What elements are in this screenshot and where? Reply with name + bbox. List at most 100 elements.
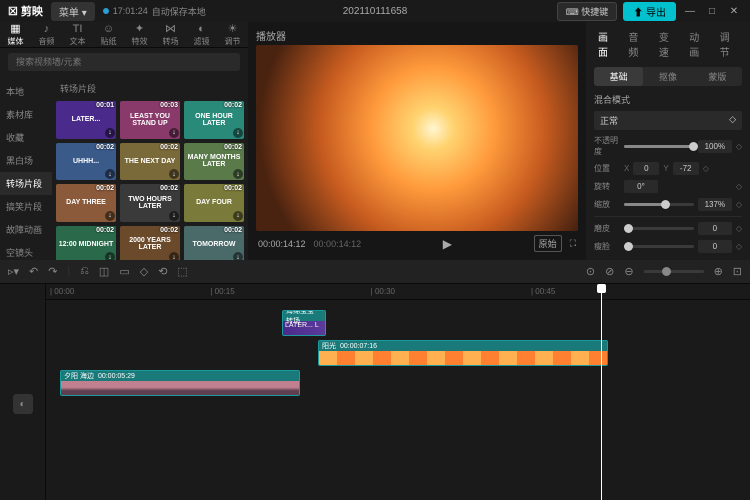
track[interactable]: 海绵宝宝转场LATER... L <box>46 308 750 338</box>
beauty-value-2[interactable]: 0 <box>698 240 732 253</box>
keyframe-icon[interactable]: ◇ <box>736 242 742 251</box>
playhead[interactable] <box>601 284 602 500</box>
menu-button[interactable]: 菜单 ▾ <box>51 2 95 21</box>
asset-item[interactable]: 00:01LATER...↓ <box>56 101 116 139</box>
asset-item[interactable]: 00:03LEAST YOU STAND UP↓ <box>120 101 180 139</box>
maximize-button[interactable]: □ <box>704 3 720 19</box>
side-item[interactable]: 搞笑片段 <box>0 195 52 218</box>
track-toggle-button[interactable]: ◐ <box>13 394 33 414</box>
prop-subtab[interactable]: 抠像 <box>643 67 692 86</box>
play-button[interactable]: ▶ <box>443 237 452 251</box>
prop-tab[interactable]: 变速 <box>655 26 681 62</box>
freeze-tool[interactable]: ◇ <box>140 265 148 278</box>
prop-subtab[interactable]: 蒙版 <box>693 67 742 86</box>
download-icon[interactable]: ↓ <box>169 128 179 138</box>
download-icon[interactable]: ↓ <box>169 252 179 260</box>
download-icon[interactable]: ↓ <box>169 169 179 179</box>
keyframe-icon[interactable]: ◇ <box>736 200 742 209</box>
zoom-slider[interactable] <box>644 270 704 273</box>
beauty-slider-1[interactable] <box>624 227 694 230</box>
pos-x-input[interactable]: 0 <box>633 162 659 175</box>
shortcut-button[interactable]: ⌨ 快捷键 <box>557 2 618 21</box>
scale-value[interactable]: 137% <box>698 198 732 211</box>
clip[interactable]: 夕阳 海边00:00:05:29 <box>60 370 300 396</box>
track[interactable]: 阳光00:00:07:16 <box>46 338 750 368</box>
scale-slider[interactable] <box>624 203 694 206</box>
asset-tab-6[interactable]: ◐滤镜 <box>186 22 217 47</box>
side-item[interactable]: 故障动画 <box>0 218 52 241</box>
crop-tool[interactable]: ⬚ <box>177 265 187 278</box>
redo-button[interactable]: ↷ <box>48 265 57 278</box>
asset-item[interactable]: 00:02ONE HOUR LATER↓ <box>184 101 244 139</box>
prop-tab[interactable]: 动画 <box>685 26 711 62</box>
side-item[interactable]: 素材库 <box>0 103 52 126</box>
ratio-button[interactable]: 原始 <box>534 235 562 252</box>
side-item[interactable]: 黑白场 <box>0 149 52 172</box>
mirror-tool[interactable]: ⟲ <box>158 265 167 278</box>
link-tool[interactable]: ⊘ <box>605 265 614 278</box>
asset-item[interactable]: 00:02TWO HOURS LATER↓ <box>120 184 180 222</box>
undo-button[interactable]: ↶ <box>29 265 38 278</box>
blend-mode-select[interactable]: 正常◇ <box>594 111 742 130</box>
asset-item[interactable]: 00:02DAY THREE↓ <box>56 184 116 222</box>
download-icon[interactable]: ↓ <box>105 128 115 138</box>
download-icon[interactable]: ↓ <box>105 169 115 179</box>
beauty-slider-2[interactable] <box>624 245 694 248</box>
opacity-slider[interactable] <box>624 145 694 148</box>
keyframe-icon[interactable]: ◇ <box>703 164 709 173</box>
rotation-input[interactable]: 0° <box>624 180 658 193</box>
delete-right-tool[interactable]: ▭ <box>119 265 129 278</box>
asset-tab-4[interactable]: ✦特效 <box>124 22 155 47</box>
fullscreen-button[interactable]: ⛶ <box>570 238 576 249</box>
asset-tab-2[interactable]: TI文本 <box>62 22 93 47</box>
side-item[interactable]: 空镜头 <box>0 241 52 260</box>
asset-item[interactable]: 00:02TOMORROW↓ <box>184 226 244 261</box>
delete-left-tool[interactable]: ◫ <box>99 265 109 278</box>
asset-item[interactable]: 00:0212:00 MIDNIGHT↓ <box>56 226 116 261</box>
prop-subtab[interactable]: 基础 <box>594 67 643 86</box>
prop-tab[interactable]: 调节 <box>716 26 742 62</box>
asset-tab-0[interactable]: ▦媒体 <box>0 22 31 47</box>
asset-item[interactable]: 00:02MANY MONTHS LATER↓ <box>184 143 244 181</box>
pos-y-input[interactable]: -72 <box>673 162 699 175</box>
download-icon[interactable]: ↓ <box>233 169 243 179</box>
download-icon[interactable]: ↓ <box>169 211 179 221</box>
keyframe-icon[interactable]: ◇ <box>736 224 742 233</box>
asset-item[interactable]: 00:02THE NEXT DAY↓ <box>120 143 180 181</box>
download-icon[interactable]: ↓ <box>233 211 243 221</box>
asset-item[interactable]: 00:02DAY FOUR↓ <box>184 184 244 222</box>
side-item[interactable]: 本地 <box>0 80 52 103</box>
asset-tab-3[interactable]: ☺贴纸 <box>93 22 124 47</box>
keyframe-icon[interactable]: ◇ <box>736 182 742 191</box>
asset-tab-5[interactable]: ⋈转场 <box>155 22 186 47</box>
select-tool[interactable]: ▹▾ <box>8 265 19 278</box>
keyframe-icon[interactable]: ◇ <box>736 142 742 151</box>
download-icon[interactable]: ↓ <box>233 128 243 138</box>
clip[interactable]: 阳光00:00:07:16 <box>318 340 608 366</box>
timeline-tracks[interactable]: | 00:00| 00:15| 00:30| 00:45 海绵宝宝转场LATER… <box>46 284 750 500</box>
preview-viewport[interactable] <box>256 45 578 231</box>
fit-tool[interactable]: ⊡ <box>733 265 742 278</box>
search-input[interactable] <box>8 53 240 71</box>
asset-tab-1[interactable]: ♪音频 <box>31 22 62 47</box>
asset-item[interactable]: 00:02UHHH...↓ <box>56 143 116 181</box>
magnet-tool[interactable]: ⊙ <box>586 265 595 278</box>
export-button[interactable]: ⬆ 导出 <box>623 2 676 21</box>
zoom-in-tool[interactable]: ⊕ <box>714 265 723 278</box>
download-icon[interactable]: ↓ <box>233 252 243 260</box>
download-icon[interactable]: ↓ <box>105 211 115 221</box>
beauty-value-1[interactable]: 0 <box>698 222 732 235</box>
asset-item[interactable]: 00:022000 YEARS LATER↓ <box>120 226 180 261</box>
side-item[interactable]: 转场片段 <box>0 172 52 195</box>
minimize-button[interactable]: — <box>682 3 698 19</box>
side-item[interactable]: 收藏 <box>0 126 52 149</box>
preview-axis-tool[interactable]: ⊖ <box>624 265 633 278</box>
split-tool[interactable]: ⎌ <box>80 265 89 278</box>
prop-tab[interactable]: 画面 <box>594 26 620 62</box>
clip[interactable]: 海绵宝宝转场LATER... L <box>282 310 326 336</box>
close-button[interactable]: ✕ <box>726 3 742 19</box>
opacity-value[interactable]: 100% <box>698 140 732 153</box>
prop-tab[interactable]: 音频 <box>624 26 650 62</box>
track[interactable]: 夕阳 海边00:00:05:29 <box>46 368 750 398</box>
download-icon[interactable]: ↓ <box>105 252 115 260</box>
